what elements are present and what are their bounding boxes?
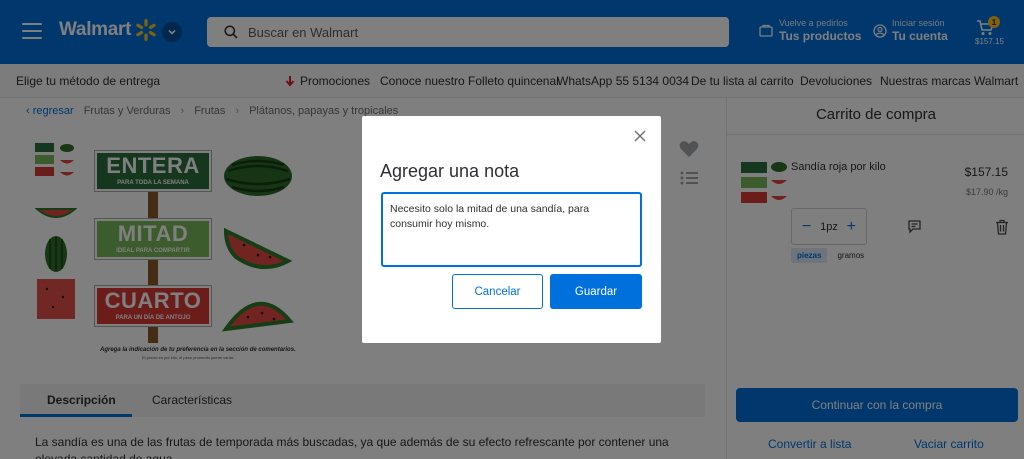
dialog-title: Agregar una nota bbox=[380, 161, 520, 181]
add-note-dialog: Agregar una nota Necesito solo la mitad … bbox=[362, 116, 661, 343]
note-textarea[interactable]: Necesito solo la mitad de una sandía, pa… bbox=[381, 192, 642, 267]
close-icon[interactable] bbox=[633, 129, 647, 143]
save-button[interactable]: Guardar bbox=[550, 274, 642, 309]
cancel-button[interactable]: Cancelar bbox=[452, 274, 543, 309]
